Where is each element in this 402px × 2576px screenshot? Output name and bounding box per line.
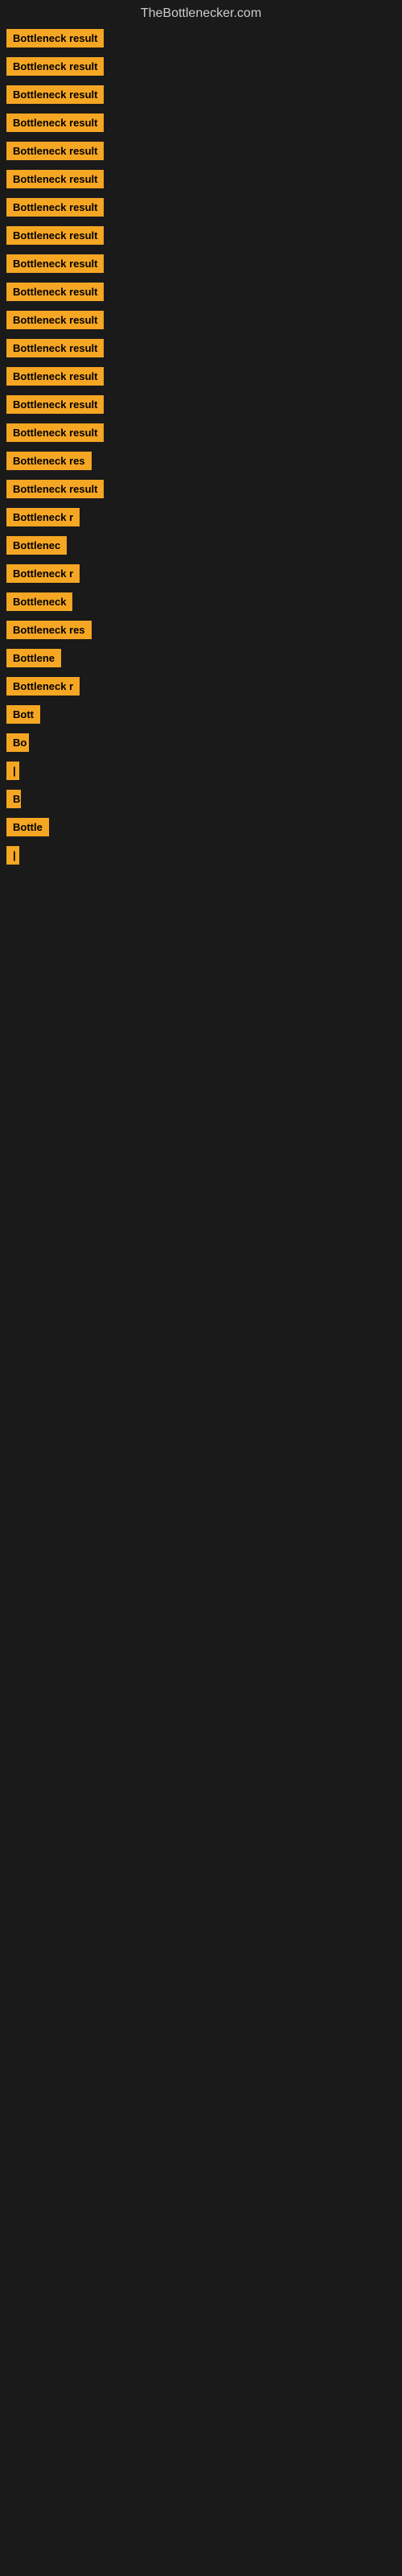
- bottleneck-row: Bottleneck result: [0, 278, 402, 306]
- bottleneck-badge[interactable]: Bottleneck: [6, 592, 72, 611]
- bottleneck-row: Bottleneck res: [0, 616, 402, 644]
- bottleneck-badge[interactable]: Bottleneck result: [6, 170, 104, 188]
- bottleneck-badge[interactable]: Bottleneck result: [6, 142, 104, 160]
- bottleneck-badge[interactable]: Bottleneck r: [6, 564, 80, 583]
- bottleneck-row: Bottlene: [0, 644, 402, 672]
- bottleneck-row: Bottleneck result: [0, 390, 402, 419]
- bottleneck-badge[interactable]: |: [6, 846, 19, 865]
- bottleneck-badge[interactable]: Bottleneck res: [6, 621, 92, 639]
- bottleneck-badge[interactable]: Bottleneck result: [6, 367, 104, 386]
- site-title: TheBottlenecker.com: [0, 0, 402, 24]
- bottleneck-badge[interactable]: Bottle: [6, 818, 49, 836]
- bottleneck-badge[interactable]: Bottleneck result: [6, 254, 104, 273]
- bottleneck-row: Bottle: [0, 813, 402, 841]
- bottleneck-badge[interactable]: Bottleneck result: [6, 480, 104, 498]
- bottleneck-row: Bottleneck result: [0, 52, 402, 80]
- bottleneck-badge[interactable]: Bottleneck result: [6, 283, 104, 301]
- bottleneck-badge[interactable]: Bottleneck result: [6, 57, 104, 76]
- bottleneck-row: Bottleneck result: [0, 419, 402, 447]
- bottleneck-row: Bottleneck result: [0, 24, 402, 52]
- bottleneck-row: Bottlenec: [0, 531, 402, 559]
- bottleneck-badge[interactable]: Bottleneck result: [6, 226, 104, 245]
- bottleneck-row: Bottleneck r: [0, 503, 402, 531]
- bottleneck-badge[interactable]: |: [6, 762, 19, 780]
- bottleneck-badge[interactable]: Bottleneck result: [6, 198, 104, 217]
- bottleneck-row: Bottleneck: [0, 588, 402, 616]
- bottleneck-row: Bottleneck result: [0, 109, 402, 137]
- bottleneck-row: Bottleneck result: [0, 137, 402, 165]
- bottleneck-badge[interactable]: Bottlene: [6, 649, 61, 667]
- bottleneck-row: Bottleneck res: [0, 447, 402, 475]
- bottleneck-badge[interactable]: Bottleneck res: [6, 452, 92, 470]
- bottleneck-badge[interactable]: Bott: [6, 705, 40, 724]
- bottleneck-badge[interactable]: B: [6, 790, 21, 808]
- bottleneck-row: Bottleneck result: [0, 362, 402, 390]
- bottleneck-row: |: [0, 841, 402, 869]
- bottleneck-badge[interactable]: Bottleneck result: [6, 85, 104, 104]
- bottleneck-badge[interactable]: Bo: [6, 733, 29, 752]
- bottleneck-badge[interactable]: Bottleneck result: [6, 29, 104, 47]
- bottleneck-badge[interactable]: Bottleneck result: [6, 114, 104, 132]
- bottleneck-row: Bottleneck result: [0, 306, 402, 334]
- bottleneck-row: Bottleneck result: [0, 475, 402, 503]
- bottleneck-row: Bottleneck r: [0, 559, 402, 588]
- bottleneck-row: Bottleneck result: [0, 334, 402, 362]
- bottleneck-row: |: [0, 757, 402, 785]
- bottleneck-badge[interactable]: Bottleneck result: [6, 423, 104, 442]
- bottleneck-badge[interactable]: Bottlenec: [6, 536, 67, 555]
- bottleneck-row: Bottleneck r: [0, 672, 402, 700]
- bottleneck-badge[interactable]: Bottleneck result: [6, 395, 104, 414]
- bottleneck-badge[interactable]: Bottleneck result: [6, 311, 104, 329]
- bottleneck-row: Bottleneck result: [0, 193, 402, 221]
- bottleneck-row: Bottleneck result: [0, 221, 402, 250]
- bottleneck-row: Bottleneck result: [0, 80, 402, 109]
- bottleneck-badge[interactable]: Bottleneck r: [6, 677, 80, 696]
- bottleneck-row: B: [0, 785, 402, 813]
- bottleneck-row: Bottleneck result: [0, 250, 402, 278]
- bottleneck-row: Bott: [0, 700, 402, 729]
- bottleneck-row: Bo: [0, 729, 402, 757]
- bottleneck-row: Bottleneck result: [0, 165, 402, 193]
- bottleneck-badge[interactable]: Bottleneck r: [6, 508, 80, 526]
- bottleneck-badge[interactable]: Bottleneck result: [6, 339, 104, 357]
